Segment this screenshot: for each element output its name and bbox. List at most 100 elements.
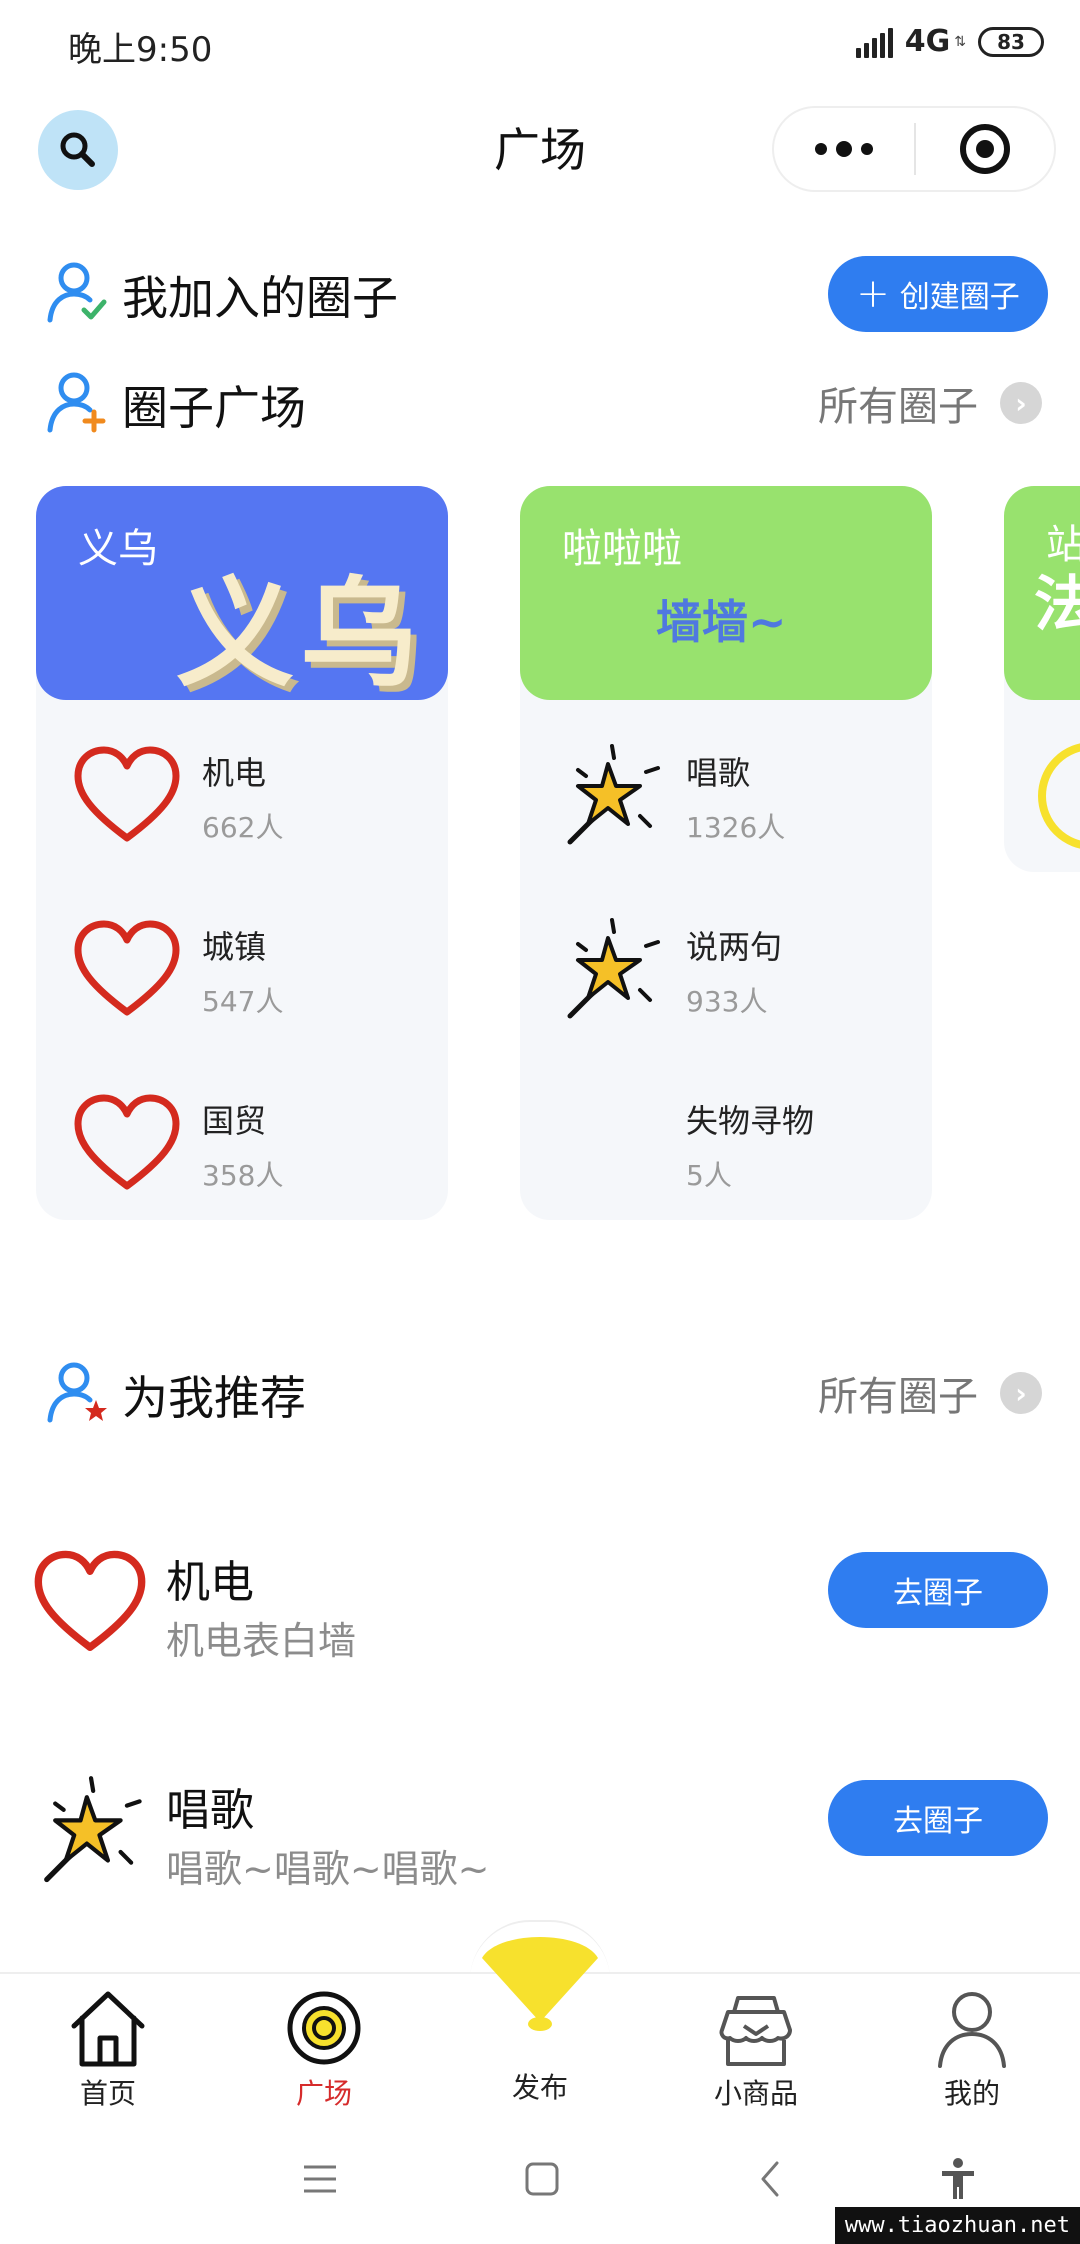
card-banner-art: 墙墙~ [656,595,787,649]
chevron-right-icon: › [1000,1372,1042,1414]
heart-icon [74,920,180,1016]
recommend-item-desc: 机电表白墙 [166,1619,357,1663]
card-banner: 义乌 义乌 [36,486,448,700]
card-item-title: 唱歌 [686,754,751,792]
heart-icon [74,1094,180,1190]
close-program-button[interactable] [916,108,1054,190]
network-type: 4G [904,24,951,59]
user-star-icon [47,1362,107,1423]
tab-publish[interactable]: 发布 [432,1937,648,2114]
watermark: www.tiaozhuan.net [834,2207,1080,2244]
card-item[interactable]: 城镇 547人 [36,900,448,1050]
user-check-icon [47,262,107,323]
circle-card[interactable]: 站 法 [1004,486,1080,872]
card-banner: 站 法 [1004,486,1080,700]
card-item-title: 失物寻物 [686,1102,815,1140]
heart-icon [74,746,180,842]
heart-icon [34,1550,146,1651]
tab-label: 广场 [295,2077,352,2110]
tab-label: 首页 [79,2077,136,2110]
card-item[interactable]: 失物寻物 5人 [520,1074,932,1224]
home-nav-button[interactable] [482,2114,602,2244]
card-name: 啦啦啦 [562,526,682,572]
plaza-title: 圈子广场 [122,381,306,435]
all-circles-label: 所有圈子 [818,384,978,430]
recommend-section-header: 为我推荐 所有圈子 › [0,1346,1080,1436]
circle-carousel[interactable]: 义乌 义乌 机电 662人 城镇 547人 国贸 358人 啦啦啦 墙墙~ 唱歌… [0,486,1080,1226]
card-banner: 啦啦啦 墙墙~ [520,486,932,700]
magic-wand-icon [44,1776,142,1883]
status-indicators: 4G ⇅ 83 [855,24,1044,59]
shop-icon [719,1996,792,2066]
tab-label: 发布 [511,2071,568,2104]
profile-icon [938,1992,1006,2068]
recommend-item[interactable]: 机电 机电表白墙 去圈子 [0,1538,1080,1678]
card-item-title: 国贸 [202,1102,267,1140]
create-circle-label: 创建圈子 [899,280,1020,315]
card-item-title: 说两句 [686,928,783,966]
recommend-item[interactable]: 唱歌 唱歌~唱歌~唱歌~ 去圈子 [0,1766,1080,1906]
chevron-right-icon: › [1000,382,1042,424]
recommend-item-desc: 唱歌~唱歌~唱歌~ [166,1847,490,1891]
status-bar: 晚上9:50 4G ⇅ 83 [0,0,1080,86]
tab-shop[interactable]: 小商品 [648,1974,864,2114]
fan-icon [482,1937,598,2031]
card-item-count: 547人 [202,985,284,1018]
menu-icon [304,2165,336,2193]
joined-section-header: 我加入的圈子 + 创建圈子 [0,246,1080,336]
card-item[interactable]: 说两句 933人 [520,900,932,1050]
back-icon [761,2161,779,2197]
tab-label: 我的 [943,2077,1000,2110]
circle-card[interactable]: 义乌 义乌 机电 662人 城镇 547人 国贸 358人 [36,486,448,1220]
card-item-title: 机电 [202,754,267,792]
mini-program-capsule [772,106,1056,192]
card-item[interactable]: 唱歌 1326人 [520,726,932,876]
card-item[interactable]: 国贸 358人 [36,1074,448,1224]
card-item-count: 5人 [686,1159,732,1192]
recommend-item-title: 机电 [166,1557,254,1608]
battery-level: 83 [997,29,1025,54]
card-item-count: 662人 [202,811,284,844]
menu-button[interactable] [260,2114,380,2244]
tab-label: 小商品 [713,2077,798,2110]
recommend-title: 为我推荐 [122,1371,306,1425]
joined-title: 我加入的圈子 [122,271,398,325]
card-item[interactable]: 机电 662人 [36,726,448,876]
card-item-count: 933人 [686,985,768,1018]
card-banner-art: 法 [1034,570,1080,640]
go-circle-button[interactable]: 去圈子 [828,1780,1048,1856]
magic-wand-icon [567,744,660,845]
back-button[interactable] [710,2114,830,2244]
target-icon [960,124,1010,174]
card-name: 义乌 [78,526,158,572]
tab-home[interactable]: 首页 [0,1974,216,2114]
battery-icon: 83 [978,26,1044,57]
square-icon [525,2162,559,2196]
more-button[interactable] [774,108,914,190]
plaza-icon [287,1991,361,2065]
all-circles-label: 所有圈子 [818,1374,978,1420]
all-circles-link[interactable]: 所有圈子 › [818,374,1042,432]
card-item-title: 城镇 [202,928,267,966]
circle-ring-icon [1038,743,1080,849]
title-bar: 广场 [0,100,1080,200]
tab-profile[interactable]: 我的 [864,1974,1080,2114]
bottom-tab-bar: 首页 广场 发布 小商品 我的 [0,1937,1080,2114]
system-nav-bar: www.tiaozhuan.net [0,2114,1080,2244]
go-circle-button[interactable]: 去圈子 [828,1552,1048,1628]
circle-card[interactable]: 啦啦啦 墙墙~ 唱歌 1326人 说两句 933人 失物寻物 5人 [520,486,932,1220]
recommend-item-title: 唱歌 [166,1785,254,1836]
magic-wand-icon [567,918,660,1019]
user-add-icon [47,372,106,433]
create-circle-button[interactable]: + 创建圈子 [828,256,1048,332]
all-circles-link[interactable]: 所有圈子 › [818,1364,1042,1422]
card-banner-art: 义乌 [176,565,425,700]
card-item-count: 358人 [202,1159,284,1192]
card-item-count: 1326人 [686,811,786,844]
plus-icon: + [856,271,890,317]
plaza-section-header: 圈子广场 所有圈子 › [0,356,1080,446]
tab-plaza[interactable]: 广场 [216,1974,432,2114]
more-dot-icon [815,143,827,155]
accessibility-icon [942,2158,974,2199]
signal-icon [855,26,893,58]
